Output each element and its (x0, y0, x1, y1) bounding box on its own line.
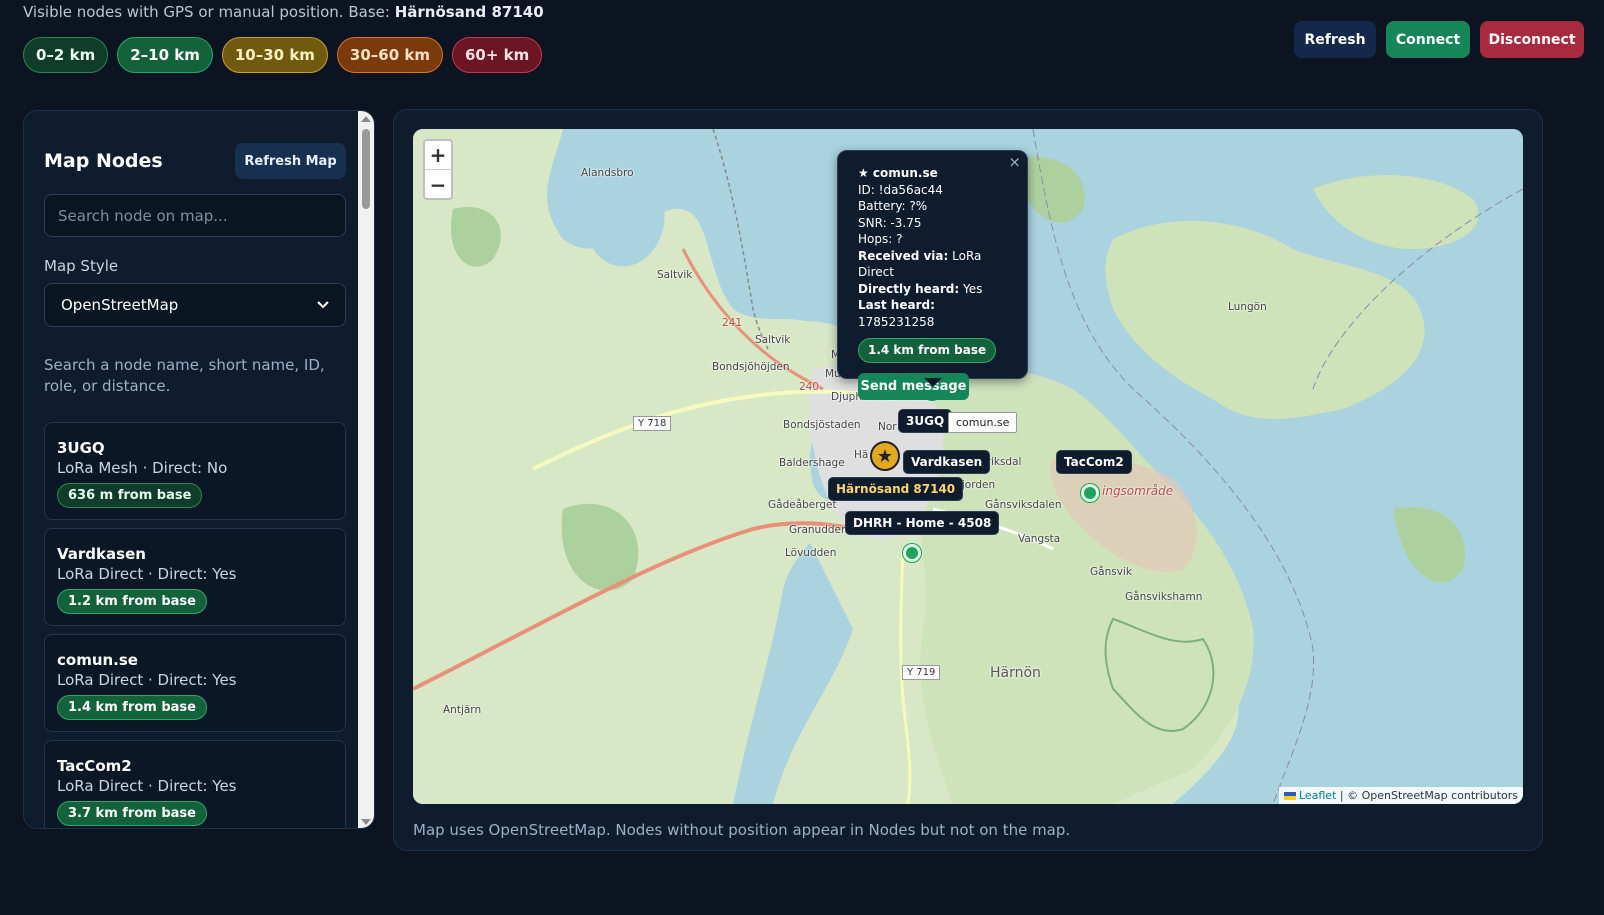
map-panel: + − Alandsbro Saltvik Saltvik Bondsjöhöj… (393, 109, 1543, 851)
node-tag-vardkasen[interactable]: Vardkasen (903, 450, 991, 474)
map-style-value: OpenStreetMap (61, 296, 179, 314)
disconnect-button[interactable]: Disconnect (1480, 21, 1584, 58)
ukraine-flag-icon (1283, 792, 1296, 800)
node-tag-taccom2[interactable]: TacCom2 (1056, 450, 1132, 474)
sidebar-title: Map Nodes (44, 150, 163, 172)
popup-title: ★ comun.se (858, 166, 938, 180)
node-name: Vardkasen (57, 545, 146, 563)
popup-lastheard: Last heard: 1785231258 (858, 298, 935, 329)
popup-distance-badge: 1.4 km from base (858, 338, 997, 363)
hover-tooltip: comun.se (948, 412, 1018, 433)
place-label: Saltvik (755, 334, 791, 346)
distance-legend: 0–2 km 2–10 km 10–30 km 30–60 km 60+ km (23, 37, 543, 73)
search-node-input[interactable] (44, 194, 346, 237)
place-label: Bondsjöhöjden (712, 361, 790, 373)
top-actions: Refresh Connect Disconnect (1294, 21, 1584, 58)
chip-10-30km[interactable]: 10–30 km (221, 37, 328, 73)
visible-prefix: Visible nodes with GPS or manual positio… (23, 3, 390, 21)
place-label: Bondsjöstaden (783, 419, 861, 431)
search-hint: Search a node name, short name, ID, role… (44, 356, 325, 395)
sidebar-header: Map Nodes Refresh Map (44, 143, 346, 179)
node-card-vardkasen[interactable]: Vardkasen LoRa Direct · Direct: Yes 1.2 … (44, 528, 346, 626)
send-message-button[interactable]: Send message (858, 373, 969, 400)
road-number: Y 718 (633, 416, 672, 431)
place-label: Gånsvikshamn (1125, 591, 1203, 603)
place-label: Vangsta (1018, 533, 1061, 545)
node-name: comun.se (57, 651, 138, 669)
node-tag-3ugq[interactable]: 3UGQ (898, 409, 953, 433)
node-subtitle: LoRa Direct · Direct: Yes (57, 777, 237, 795)
place-label: Nor (878, 421, 897, 433)
place-label: Granudden (789, 524, 848, 536)
chip-30-60km[interactable]: 30–60 km (336, 37, 443, 73)
map-style-label: Map Style (44, 257, 119, 275)
popup-battery: Battery: ?% (858, 199, 928, 213)
road-number: 241 (722, 317, 743, 329)
star-icon[interactable]: ★ (870, 441, 900, 471)
zoom-control: + − (423, 139, 453, 200)
map-style-select[interactable]: OpenStreetMap (44, 283, 346, 327)
distance-badge: 3.7 km from base (57, 801, 207, 826)
place-label: Gånsvik (1090, 566, 1132, 578)
node-name: TacCom2 (57, 757, 132, 775)
road-number: Y 719 (902, 665, 941, 680)
node-tag-base[interactable]: Härnösand 87140 (828, 477, 964, 501)
scroll-up-arrow-icon[interactable] (361, 116, 371, 122)
node-marker-taccom2[interactable] (1081, 484, 1099, 502)
place-label: ingsområde (1102, 484, 1174, 498)
node-card-3ugq[interactable]: 3UGQ LoRa Mesh · Direct: No 636 m from b… (44, 422, 346, 520)
node-subtitle: LoRa Mesh · Direct: No (57, 459, 228, 477)
base-name: Härnösand 87140 (394, 3, 544, 21)
refresh-button[interactable]: Refresh (1294, 21, 1376, 58)
popup-hops: Hops: ? (858, 232, 903, 246)
road-number: 240 (799, 381, 820, 393)
refresh-map-button[interactable]: Refresh Map (235, 143, 346, 179)
osm-attribution: | © OpenStreetMap contributors (1339, 789, 1518, 802)
node-card-taccom2[interactable]: TacCom2 LoRa Direct · Direct: Yes 3.7 km… (44, 740, 346, 828)
node-subtitle: LoRa Direct · Direct: Yes (57, 671, 237, 689)
place-label: Alandsbro (581, 167, 634, 179)
chip-60plus-km[interactable]: 60+ km (452, 37, 543, 73)
place-label: Baldershage (779, 457, 845, 469)
popup-received: Received via: LoRa Direct (858, 248, 982, 280)
close-icon[interactable]: × (1008, 154, 1021, 171)
chip-0-2km[interactable]: 0–2 km (23, 37, 109, 73)
place-label: Hä (854, 449, 869, 461)
map-nodes-sidebar: Map Nodes Refresh Map Map Style OpenStre… (23, 110, 375, 829)
popup-id: ID: !da56ac44 (858, 182, 943, 197)
scroll-thumb[interactable] (362, 129, 370, 209)
leaflet-link[interactable]: Leaflet (1299, 789, 1336, 802)
popup-snr: SNR: -3.75 (858, 215, 922, 230)
distance-badge: 1.2 km from base (57, 589, 207, 614)
place-label: Gådeåberget (768, 499, 837, 511)
plus-icon[interactable]: + (425, 141, 451, 170)
scroll-down-arrow-icon[interactable] (361, 819, 371, 825)
visible-nodes-text: Visible nodes with GPS or manual positio… (23, 3, 544, 21)
node-name: 3UGQ (57, 439, 105, 457)
sidebar-scrollbar[interactable] (358, 111, 374, 828)
popup-pointer (924, 378, 942, 387)
distance-badge: 636 m from base (57, 483, 203, 508)
map-view[interactable]: + − Alandsbro Saltvik Saltvik Bondsjöhöj… (413, 129, 1523, 804)
place-label: Lövudden (785, 547, 837, 559)
popup-direct: Directly heard: Yes (858, 281, 983, 296)
chevron-down-icon (317, 301, 329, 309)
place-label: Gånsviksdalen (985, 499, 1062, 511)
node-subtitle: LoRa Direct · Direct: Yes (57, 565, 237, 583)
minus-icon[interactable]: − (425, 170, 451, 199)
distance-badge: 1.4 km from base (57, 695, 207, 720)
connect-button[interactable]: Connect (1386, 21, 1470, 58)
map-attribution: Leaflet | © OpenStreetMap contributors (1278, 787, 1523, 804)
place-label: Antjärn (443, 704, 482, 716)
place-label: Lungön (1228, 301, 1267, 313)
node-marker-dhrh[interactable] (903, 544, 921, 562)
map-caption: Map uses OpenStreetMap. Nodes without po… (413, 821, 1071, 839)
node-tag-dhrh[interactable]: DHRH - Home - 4508 (845, 511, 1000, 535)
node-card-comun-se[interactable]: comun.se LoRa Direct · Direct: Yes 1.4 k… (44, 634, 346, 732)
place-label: Härnön (990, 665, 1041, 681)
place-label: Saltvik (657, 269, 693, 281)
node-popup: × ★ comun.se ID: !da56ac44 Battery: ?% S… (837, 150, 1028, 400)
chip-2-10km[interactable]: 2–10 km (117, 37, 213, 73)
